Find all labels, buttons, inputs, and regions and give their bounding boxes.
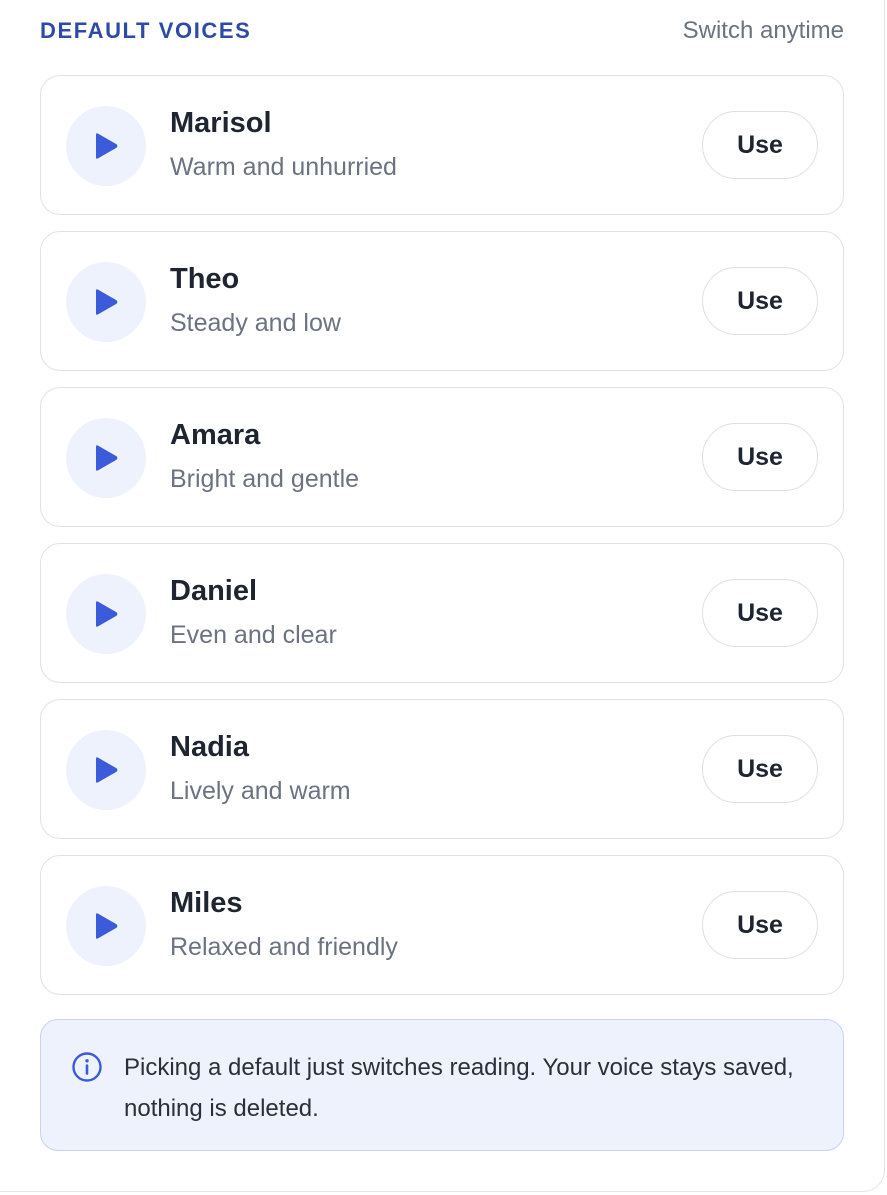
header-hint: Switch anytime [682, 17, 844, 44]
use-voice-button[interactable]: Use [702, 735, 818, 803]
section-header: DEFAULT VOICES Switch anytime [40, 16, 844, 46]
voice-name: Nadia [170, 731, 249, 763]
play-icon [96, 133, 118, 159]
info-note: Picking a default just switches reading.… [40, 1019, 844, 1151]
play-preview-button[interactable] [66, 574, 146, 654]
voice-card: Nadia Lively and warm Use [40, 699, 844, 839]
use-voice-button[interactable]: Use [702, 267, 818, 335]
voice-description: Lively and warm [170, 777, 351, 805]
voice-name: Amara [170, 419, 261, 451]
info-icon [72, 1052, 102, 1082]
play-icon [96, 757, 118, 783]
voice-name: Marisol [170, 107, 272, 139]
voice-card: Theo Steady and low Use [40, 231, 844, 371]
voice-description: Relaxed and friendly [170, 933, 398, 961]
use-voice-button[interactable]: Use [702, 423, 818, 491]
use-voice-button[interactable]: Use [702, 111, 818, 179]
info-text: Picking a default just switches reading.… [124, 1054, 794, 1122]
voice-name: Daniel [170, 575, 258, 607]
voice-description: Bright and gentle [170, 465, 360, 493]
section-title: DEFAULT VOICES [40, 18, 252, 43]
play-preview-button[interactable] [66, 418, 146, 498]
use-voice-button[interactable]: Use [702, 891, 818, 959]
play-preview-button[interactable] [66, 730, 146, 810]
play-icon [96, 289, 118, 315]
voice-name: Theo [170, 263, 240, 295]
voice-card: Miles Relaxed and friendly Use [40, 855, 844, 995]
play-icon [96, 913, 118, 939]
voice-description: Steady and low [170, 309, 341, 337]
voice-card: Amara Bright and gentle Use [40, 387, 844, 527]
use-voice-button[interactable]: Use [702, 579, 818, 647]
voice-description: Warm and unhurried [170, 153, 397, 181]
voice-card: Daniel Even and clear Use [40, 543, 844, 683]
play-preview-button[interactable] [66, 886, 146, 966]
voice-description: Even and clear [170, 621, 337, 649]
voice-card: Marisol Warm and unhurried Use [40, 75, 844, 215]
play-preview-button[interactable] [66, 262, 146, 342]
play-icon [96, 445, 118, 471]
voice-name: Miles [170, 887, 243, 919]
play-icon [96, 601, 118, 627]
play-preview-button[interactable] [66, 106, 146, 186]
voice-list: Marisol Warm and unhurried Use Theo Stea… [40, 75, 844, 1011]
